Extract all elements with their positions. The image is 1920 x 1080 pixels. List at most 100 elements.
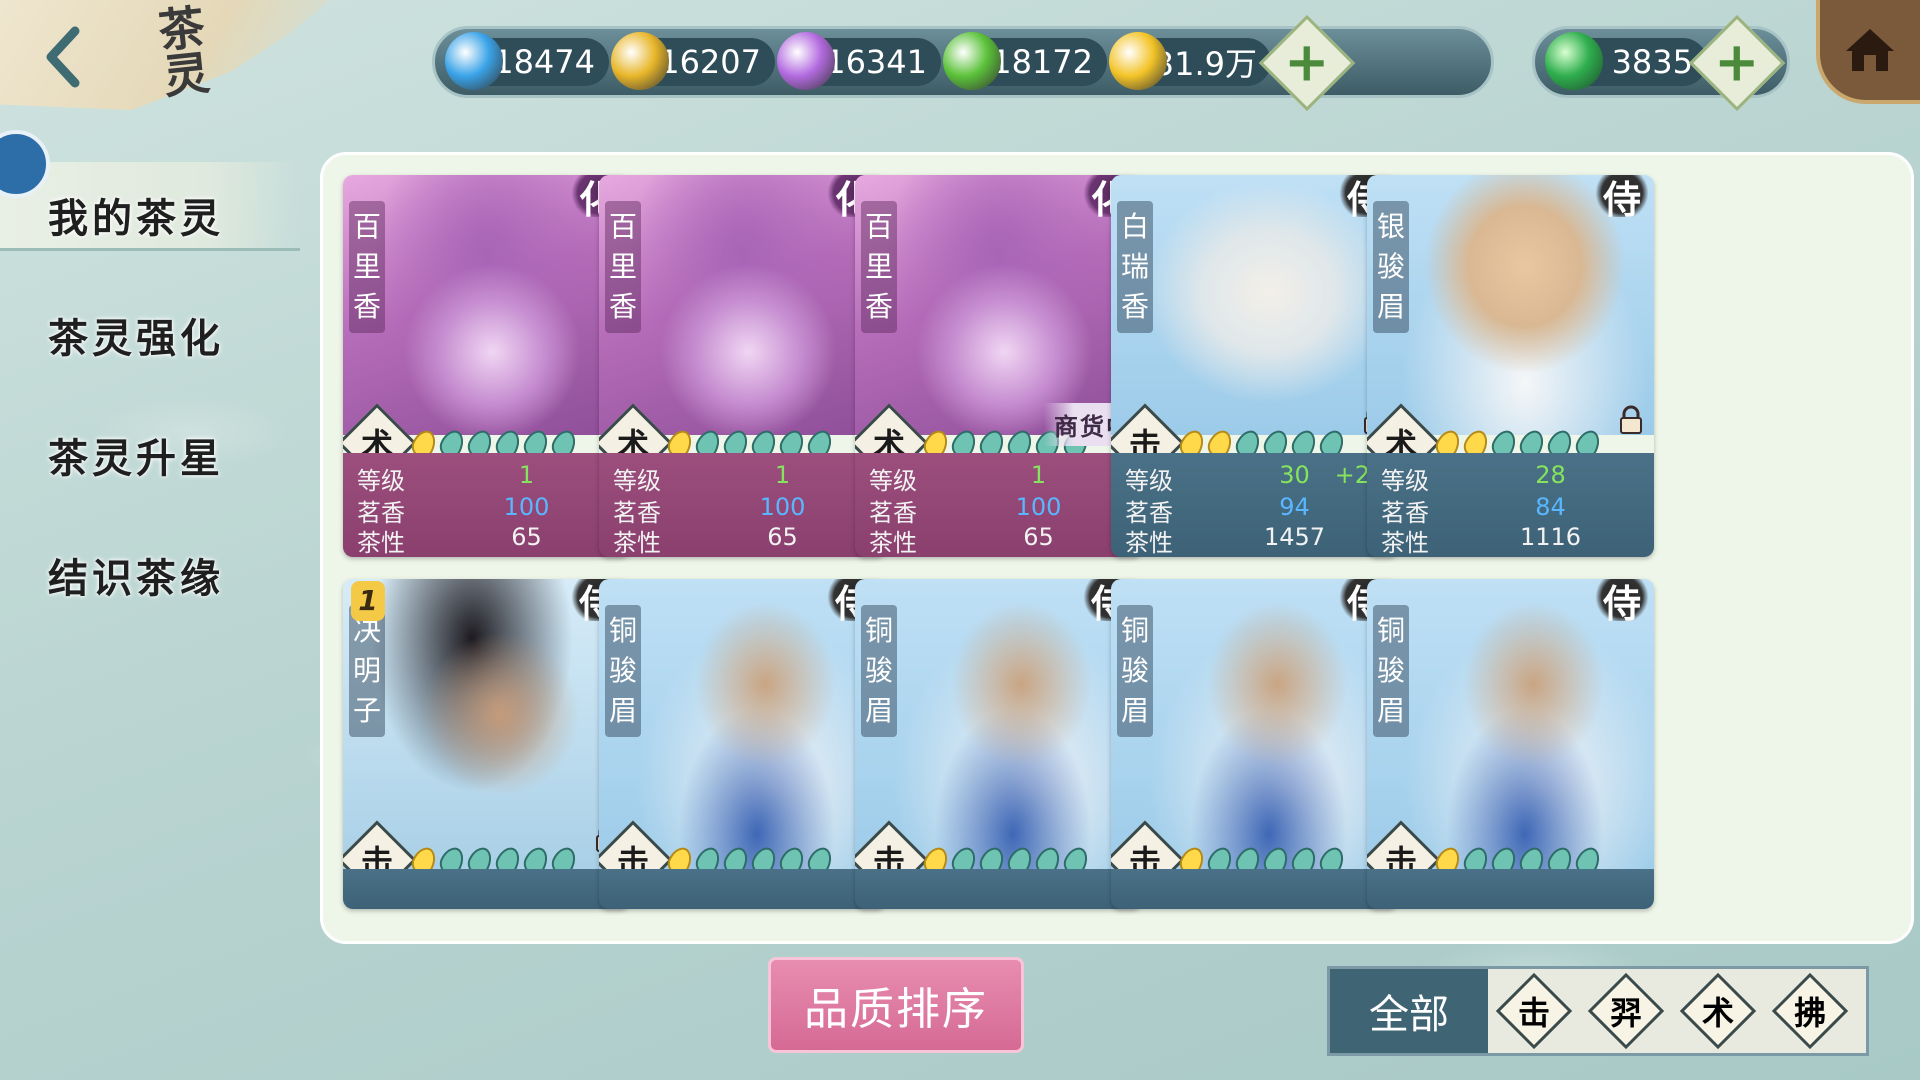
card-name: 铜骏眉: [1117, 605, 1153, 737]
type-filter-bar: 全部 击 羿 术 拂: [1327, 966, 1869, 1056]
stat-label: 茗香: [1125, 499, 1173, 527]
page-title: 茶灵: [123, 0, 242, 104]
tea-spirit-card[interactable]: 铜骏眉侍击: [1111, 579, 1398, 909]
stat-row-level: 等级 30 +2: [1125, 461, 1384, 495]
tea-spirit-card[interactable]: 铜骏眉侍击: [599, 579, 886, 909]
plus-icon: +: [1714, 31, 1760, 94]
stat-label: 等级: [613, 467, 661, 495]
card-name: 铜骏眉: [861, 605, 897, 737]
card-name: 百里香: [349, 201, 385, 333]
currency-value: 31.9万: [1153, 45, 1257, 83]
stat-label: 等级: [357, 467, 405, 495]
card-name: 决明子: [349, 605, 385, 737]
currency-counter: 31.9万: [1109, 32, 1271, 90]
name-character: 眉: [1376, 290, 1405, 323]
card-name: 白瑞香: [1117, 201, 1153, 333]
card-stats: [599, 869, 886, 909]
name-character: 眉: [864, 694, 893, 727]
name-character: 骏: [608, 654, 637, 687]
name-character: 眉: [1120, 694, 1149, 727]
class-tag: 侍: [1594, 175, 1650, 222]
sidebar-item-star-up[interactable]: 茶灵升星: [48, 426, 224, 484]
home-button[interactable]: [1816, 0, 1920, 104]
currency-value: 16207: [659, 43, 761, 81]
tea-spirit-card[interactable]: 决明子侍击1: [343, 579, 630, 909]
currency-bar: 18474 16207 16341 18172 31.9万 +: [432, 14, 1494, 112]
name-character: 子: [352, 694, 381, 727]
name-character: 里: [608, 250, 637, 283]
stat-value-aroma: 84: [1535, 493, 1566, 521]
tea-spirit-card[interactable]: 铜骏眉侍击: [1367, 579, 1654, 909]
sidebar-item-enhance[interactable]: 茶灵强化: [48, 306, 224, 364]
card-name: 银骏眉: [1373, 201, 1409, 333]
name-character: 银: [1376, 210, 1405, 243]
tea-spirit-card[interactable]: 百里香化术等级 1 茗香 100 茶性 65: [599, 175, 886, 557]
star-count-badge: 1: [351, 581, 385, 621]
quality-sort-button[interactable]: 品质排序: [768, 957, 1024, 1053]
name-character: 骏: [864, 654, 893, 687]
name-character: 铜: [608, 614, 637, 647]
purple-crystal-icon: [777, 32, 835, 90]
stat-row-nature: 茶性 65: [613, 523, 872, 557]
class-tag: 侍: [1594, 579, 1650, 626]
tea-spirit-card[interactable]: 银骏眉侍术等级 28 茗香 84 茶性 1116: [1367, 175, 1654, 557]
stat-label: 茶性: [869, 529, 917, 557]
currency-value: 18474: [493, 43, 595, 81]
name-character: 铜: [1376, 614, 1405, 647]
filter-magic-button[interactable]: 术: [1672, 969, 1764, 1053]
stat-label: 等级: [1381, 467, 1429, 495]
name-character: 骏: [1376, 250, 1405, 283]
filter-label: 术: [1701, 993, 1735, 1032]
sidebar-item-tea-bond[interactable]: 结识茶缘: [48, 546, 224, 604]
currency-counter: 18172: [943, 32, 1107, 90]
stat-value-aroma: 100: [759, 493, 806, 521]
tea-spirit-card[interactable]: 百里香化术商货中 等级 1 茗香 100 茶性 65: [855, 175, 1142, 557]
name-character: 白: [1120, 210, 1149, 243]
currency-value: 18172: [991, 43, 1093, 81]
filter-strike-button[interactable]: 击: [1488, 969, 1580, 1053]
back-button[interactable]: [38, 22, 88, 92]
name-character: 瑞: [1120, 250, 1149, 283]
stat-label: 等级: [869, 467, 917, 495]
tea-spirit-card[interactable]: 铜骏眉侍击: [855, 579, 1142, 909]
gem-counter: 3835: [1545, 32, 1707, 90]
stat-value-aroma: 100: [1015, 493, 1062, 521]
card-stats: [1367, 869, 1654, 909]
filter-sweep-button[interactable]: 拂: [1764, 969, 1856, 1053]
currency-counter: 16207: [611, 32, 775, 90]
name-character: 明: [352, 654, 381, 687]
chevron-left-icon: [46, 26, 80, 88]
name-character: 里: [352, 250, 381, 283]
name-character: 里: [864, 250, 893, 283]
stat-label: 茗香: [357, 499, 405, 527]
tea-spirit-card[interactable]: 百里香化术等级 1 茗香 100 茶性 65: [343, 175, 630, 557]
stat-row-nature: 茶性 65: [869, 523, 1128, 557]
gold-crystal-icon: [611, 32, 669, 90]
sidebar-item-my-tea-spirits[interactable]: 我的茶灵: [48, 186, 224, 244]
stat-label: 茗香: [613, 499, 661, 527]
card-stats: 等级 1 茗香 100 茶性 65: [343, 453, 630, 557]
card-stats: [1111, 869, 1398, 909]
filter-all-button[interactable]: 全部: [1330, 969, 1488, 1053]
name-character: 眉: [608, 694, 637, 727]
stat-value-level: 28: [1535, 461, 1566, 489]
stat-value-level: 1: [774, 461, 791, 489]
stat-label: 茶性: [1381, 529, 1429, 557]
name-character: 眉: [1376, 694, 1405, 727]
stat-value-nature: 1116: [1519, 523, 1582, 551]
stat-label: 茶性: [613, 529, 661, 557]
currency-counter: 16341: [777, 32, 941, 90]
stat-label: 等级: [1125, 467, 1173, 495]
add-currency-button[interactable]: +: [1258, 14, 1356, 112]
stat-row-aroma: 茗香 100: [357, 493, 616, 527]
stat-row-level: 等级 1: [357, 461, 616, 495]
card-stats: [343, 869, 630, 909]
stat-value-aroma: 100: [503, 493, 550, 521]
stat-label: 茶性: [357, 529, 405, 557]
card-name: 百里香: [605, 201, 641, 333]
filter-label: 羿: [1609, 993, 1643, 1032]
tea-spirit-card[interactable]: 白瑞香侍击等级 30 +2 茗香 94 茶性 1457: [1111, 175, 1398, 557]
stat-value-nature: 65: [511, 523, 542, 551]
filter-archer-button[interactable]: 羿: [1580, 969, 1672, 1053]
tea-spirit-grid: 百里香化术等级 1 茗香 100 茶性 65 百里香化术等级 1 茗香 100 茶性 65 百里香化术商…: [320, 152, 1914, 944]
